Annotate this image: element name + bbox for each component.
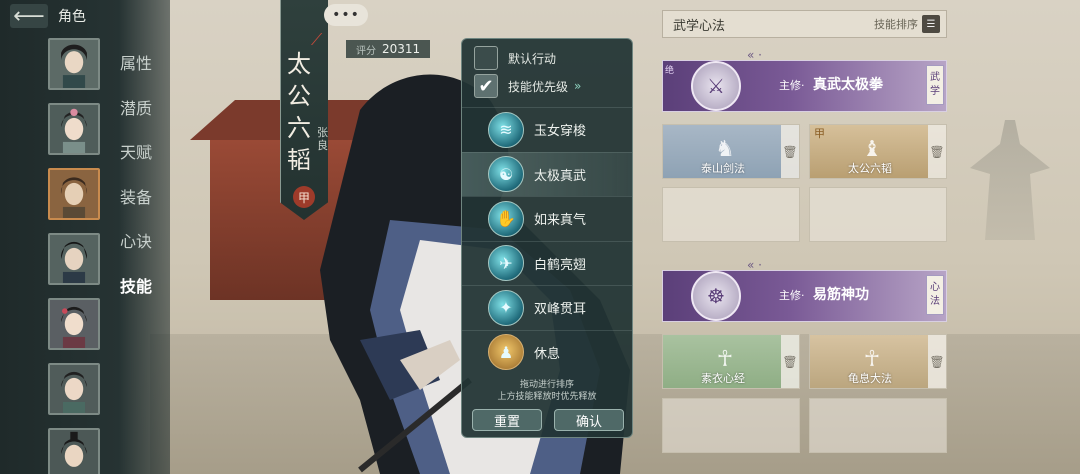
confirm-button[interactable]: 确认: [554, 409, 624, 431]
main-prefix: 主修·: [779, 79, 805, 92]
default-action-checkbox[interactable]: [474, 46, 498, 70]
palm-qi-icon: ✋: [488, 200, 524, 237]
slot-grade: 甲: [814, 127, 825, 140]
character-sidebar: ⟵ 角色 属性 潜质 天赋 装备 心诀 技能: [0, 0, 170, 474]
skill-row[interactable]: ♟ 休息: [462, 329, 632, 375]
main-mind-name: 易筋神功: [813, 287, 869, 303]
trash-icon[interactable]: 🗑: [781, 125, 799, 178]
feather-icon: ⟋: [311, 30, 323, 49]
character-avatar-2[interactable]: [48, 103, 100, 155]
slot-skill-name: 龟息大法: [848, 372, 892, 385]
empty-slot[interactable]: [662, 398, 800, 453]
skill-sort-label: 技能排序: [874, 18, 918, 31]
distant-pagoda: [970, 120, 1050, 240]
twin-peak-icon: ✦: [488, 289, 524, 326]
martial-slot-2[interactable]: 甲 ♝ 太公六韬 🗑: [809, 124, 947, 179]
taiji-icon: ☯: [488, 156, 524, 193]
score-label: 评分: [356, 45, 376, 57]
meditate-icon: ♟: [488, 334, 524, 371]
slot-skill-name: 太公六韬: [848, 162, 892, 175]
page-title: 角色: [58, 9, 86, 25]
character-avatar-6[interactable]: [48, 363, 100, 415]
grade-seal: 甲: [293, 186, 315, 208]
tab-attributes[interactable]: 属性: [120, 40, 152, 85]
top-bar: ⟵ 角色: [0, 0, 170, 32]
score-display: 评分 20311: [346, 40, 431, 58]
skill-row[interactable]: ≋ 玉女穿梭: [462, 107, 632, 152]
tab-skills[interactable]: 技能: [120, 263, 152, 308]
mind-emblem-icon: ☸: [691, 271, 741, 321]
skill-priority-checkbox[interactable]: ✔: [474, 74, 498, 98]
chevron-right-icon: »: [574, 79, 582, 93]
arrow-decoration-icon: « ·: [747, 48, 762, 62]
main-martial-skill[interactable]: « · 绝 ⚔ 主修· 真武太极拳 武学: [662, 48, 947, 112]
character-list: [48, 38, 104, 474]
priority-hint: 上方技能释放时优先释放: [497, 392, 597, 402]
slot-skill-name: 泰山剑法: [701, 162, 745, 175]
crane-icon: ✈: [488, 245, 524, 282]
character-avatar-4[interactable]: [48, 233, 100, 285]
skill-name: 如来真气: [534, 213, 587, 229]
martial-tag: 武学: [926, 65, 944, 105]
empty-slot[interactable]: [662, 187, 800, 242]
more-button[interactable]: •••: [324, 4, 368, 26]
character-avatar-3[interactable]: [48, 168, 100, 220]
slot-skill-name: 素衣心经: [701, 372, 745, 385]
reset-button[interactable]: 重置: [472, 409, 542, 431]
skill-name: 休息: [534, 346, 561, 362]
trash-icon[interactable]: 🗑: [928, 125, 946, 178]
skill-name: 太极真武: [534, 168, 587, 184]
panel-title: 武学心法: [673, 18, 726, 34]
martial-emblem-icon: ⚔: [691, 61, 741, 111]
main-mind-skill[interactable]: « · ☸ 主修· 易筋神功 心法: [662, 258, 947, 322]
skill-priority-list: ≋ 玉女穿梭 ☯ 太极真武 ✋ 如来真气 ✈ 白鹤亮翅 ✦ 双峰贯耳 ♟ 休息: [462, 107, 632, 374]
character-avatar-1[interactable]: [48, 38, 100, 90]
rank-corner: 绝: [665, 66, 675, 76]
skill-row[interactable]: ✈ 白鹤亮翅: [462, 240, 632, 286]
skill-row[interactable]: ✋ 如来真气: [462, 196, 632, 241]
tab-equipment[interactable]: 装备: [120, 174, 152, 219]
mind-tag: 心法: [926, 275, 944, 315]
skill-sort-button[interactable]: 技能排序 ☰: [874, 15, 940, 33]
main-martial-name: 真武太极拳: [813, 77, 883, 93]
tab-potential[interactable]: 潜质: [120, 85, 152, 130]
skill-row[interactable]: ✦ 双峰贯耳: [462, 285, 632, 330]
character-avatar-5[interactable]: [48, 298, 100, 350]
tab-mind-formula[interactable]: 心诀: [120, 218, 152, 263]
panel-header: 武学心法 技能排序 ☰: [662, 10, 947, 38]
name-banner: ⟋ 太公六韬 张良 甲: [280, 0, 328, 220]
sword-swirl-icon: ≋: [488, 111, 524, 148]
mind-slot-2[interactable]: ☥ 龟息大法 🗑: [809, 334, 947, 389]
martial-arts-panel: 武学心法 技能排序 ☰ « · 绝 ⚔ 主修· 真武太极拳 武学 ♞ 泰山剑法 …: [662, 0, 952, 474]
skill-priority-row[interactable]: ✔ 技能优先级 »: [474, 73, 581, 99]
mind-slot-1[interactable]: ☥ 素衣心经 🗑: [662, 334, 800, 389]
main-prefix: 主修·: [779, 289, 805, 302]
tab-talent[interactable]: 天赋: [120, 129, 152, 174]
arrow-decoration-icon: « ·: [747, 258, 762, 272]
default-action-row[interactable]: 默认行动: [474, 45, 556, 71]
score-value: 20311: [382, 42, 421, 56]
trash-icon[interactable]: 🗑: [781, 335, 799, 388]
skill-name: 双峰贯耳: [534, 302, 587, 318]
empty-slot[interactable]: [809, 398, 947, 453]
arrow-left-icon: ⟵: [13, 3, 45, 29]
empty-slot[interactable]: [809, 187, 947, 242]
tab-list: 属性 潜质 天赋 装备 心诀 技能: [120, 40, 152, 307]
list-sort-icon: ☰: [922, 15, 940, 33]
martial-slot-1[interactable]: ♞ 泰山剑法 🗑: [662, 124, 800, 179]
skill-priority-popup: 默认行动 ✔ 技能优先级 » ≋ 玉女穿梭 ☯ 太极真武 ✋ 如来真气 ✈ 白鹤…: [461, 38, 633, 438]
skill-priority-label: 技能优先级: [508, 79, 569, 94]
checkmark-icon: ✔: [478, 75, 494, 97]
banner-title: 太公六韬: [287, 50, 311, 174]
skill-name: 白鹤亮翅: [534, 257, 587, 273]
banner-subtitle: 张良: [317, 126, 328, 152]
default-action-label: 默认行动: [508, 51, 557, 66]
skill-row[interactable]: ☯ 太极真武: [462, 151, 632, 196]
character-avatar-7[interactable]: [48, 428, 100, 474]
skill-name: 玉女穿梭: [534, 124, 587, 140]
trash-icon[interactable]: 🗑: [928, 335, 946, 388]
back-button[interactable]: ⟵: [10, 3, 48, 29]
